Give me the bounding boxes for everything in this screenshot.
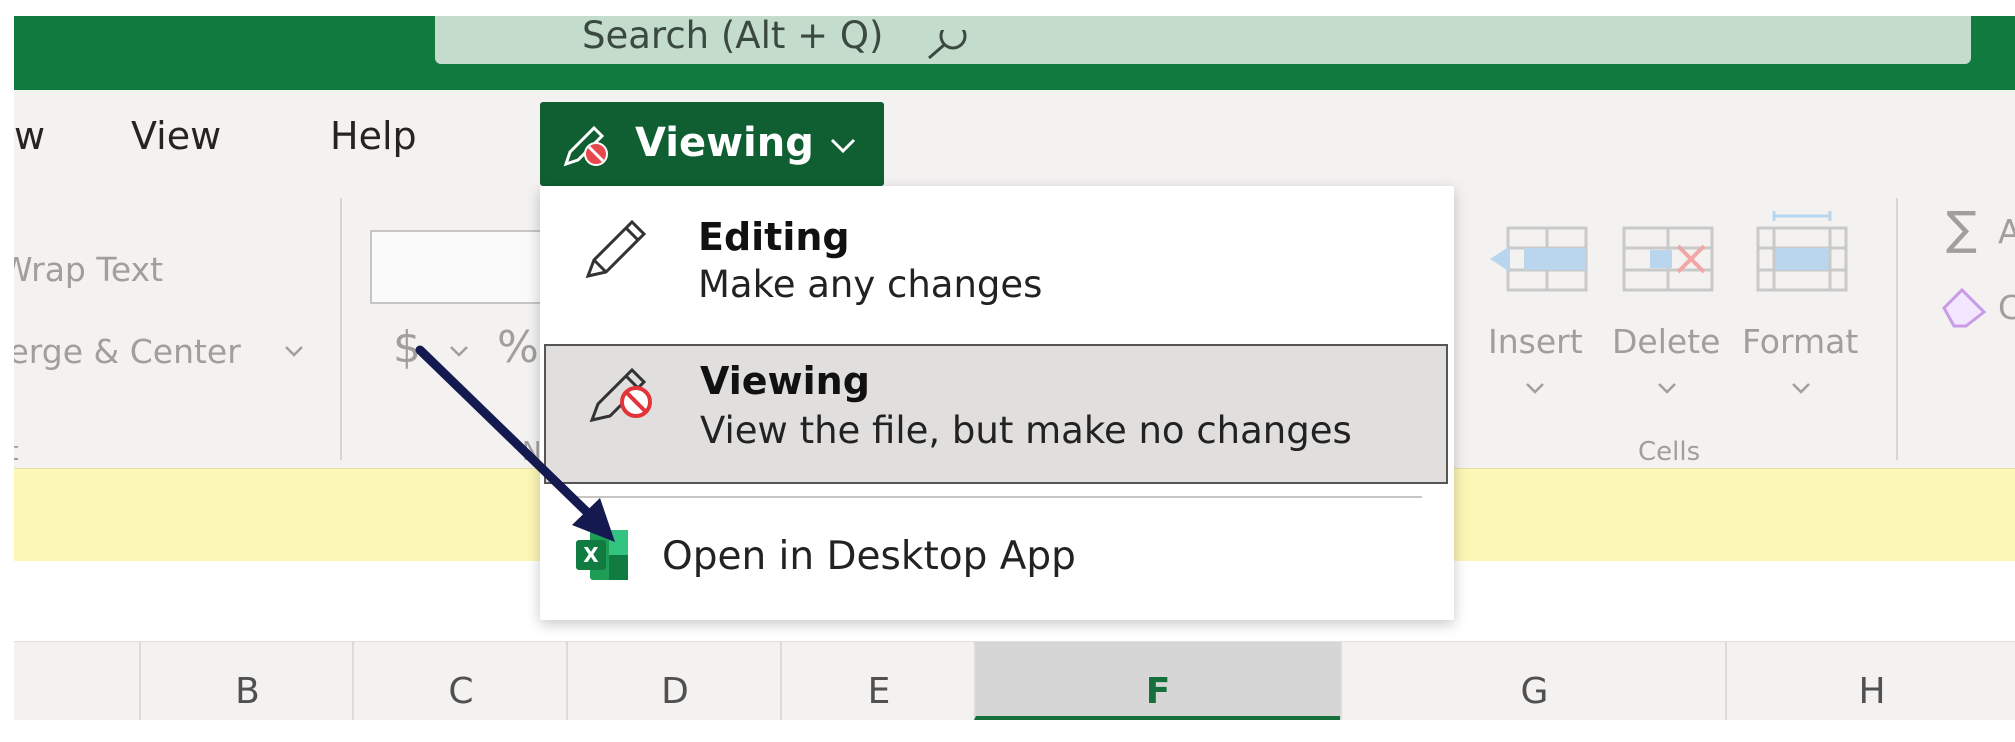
excel-icon: X xyxy=(576,530,628,580)
cells-group-label: Cells xyxy=(1638,437,1701,467)
column-header-b[interactable]: B xyxy=(139,642,354,720)
tab-help[interactable]: Help xyxy=(330,112,417,160)
format-cells-icon xyxy=(1756,211,1848,292)
clear-label: C xyxy=(1998,288,2015,327)
insert-button[interactable]: Insert xyxy=(1488,322,1583,362)
viewing-mode-option[interactable]: Viewing View the file, but make no chang… xyxy=(544,344,1448,484)
column-header-row: B C D E F G H xyxy=(14,642,2015,720)
svg-text:X: X xyxy=(583,543,599,567)
column-header-e[interactable]: E xyxy=(780,642,976,720)
autosum-label: A xyxy=(1998,212,2015,251)
search-box[interactable]: Search (Alt + Q) xyxy=(435,16,1971,64)
mode-dropdown: Editing Make any changes Viewing View th… xyxy=(540,186,1454,620)
insert-cells-icon xyxy=(1490,226,1588,292)
search-placeholder: Search (Alt + Q) xyxy=(582,14,884,57)
delete-cells-icon xyxy=(1622,226,1714,292)
editing-description: Make any changes xyxy=(698,263,1043,306)
currency-button[interactable]: $ xyxy=(393,326,421,370)
eraser-icon[interactable] xyxy=(1940,284,1988,328)
chevron-down-icon xyxy=(1526,383,1544,394)
viewing-mode-button[interactable]: Viewing xyxy=(540,102,884,186)
ribbon-divider xyxy=(1896,198,1898,460)
tab-view[interactable]: View xyxy=(131,112,221,160)
editing-mode-option[interactable]: Editing Make any changes xyxy=(540,206,1454,336)
chevron-down-icon xyxy=(285,346,303,357)
merge-center-button[interactable]: Merge & Center xyxy=(0,332,241,372)
viewing-mode-label: Viewing xyxy=(635,120,814,166)
number-format-dropdown[interactable] xyxy=(370,230,544,304)
editing-title: Editing xyxy=(698,215,850,259)
column-header-c[interactable]: C xyxy=(352,642,568,720)
viewing-description: View the file, but make no changes xyxy=(700,409,1352,452)
percent-button[interactable]: % xyxy=(497,326,539,370)
open-desktop-app-label: Open in Desktop App xyxy=(662,534,1076,579)
tab-review[interactable]: w xyxy=(14,112,45,160)
search-icon xyxy=(928,30,967,60)
sum-icon[interactable]: ∑ xyxy=(1946,205,1977,251)
open-desktop-app-option[interactable]: X Open in Desktop App xyxy=(540,510,1454,610)
pencil-blocked-icon xyxy=(563,125,608,167)
pencil-blocked-icon xyxy=(589,367,652,423)
chevron-down-icon xyxy=(450,346,468,357)
viewing-title: Viewing xyxy=(700,359,870,403)
number-group-label: N xyxy=(522,437,542,467)
chevron-down-icon xyxy=(830,138,856,154)
ribbon-divider xyxy=(340,198,342,460)
format-button[interactable]: Format xyxy=(1742,322,1858,362)
column-header-f[interactable]: F xyxy=(974,642,1340,720)
chevron-down-icon xyxy=(1792,383,1810,394)
column-header-d[interactable]: D xyxy=(566,642,782,720)
menu-separator xyxy=(570,496,1422,498)
column-header-h[interactable]: H xyxy=(1725,642,2015,720)
left-edge xyxy=(0,0,14,720)
pencil-icon xyxy=(585,219,647,279)
column-header-g[interactable]: G xyxy=(1340,642,1727,720)
wrap-text-button[interactable]: Wrap Text xyxy=(0,250,163,290)
chevron-down-icon xyxy=(1658,383,1676,394)
delete-button[interactable]: Delete xyxy=(1612,322,1720,362)
